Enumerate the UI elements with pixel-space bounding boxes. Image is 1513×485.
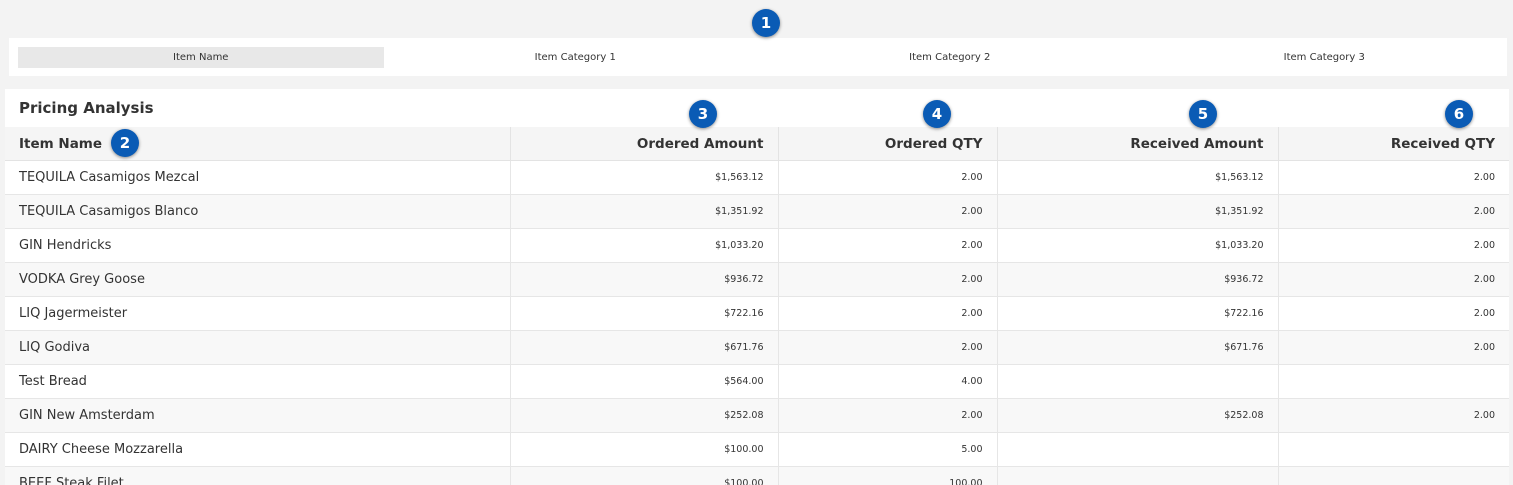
column-header-received-qty[interactable]: Received QTY (1278, 127, 1509, 161)
cell-received-qty: 2.00 (1278, 262, 1509, 297)
cell-ordered-qty: 2.00 (778, 398, 998, 433)
cell-item-name: TEQUILA Casamigos Blanco (5, 194, 511, 229)
column-header-received-amount[interactable]: Received Amount (997, 127, 1279, 161)
callout-marker-2: 2 (111, 129, 139, 157)
cell-item-name: Test Bread (5, 364, 511, 399)
cell-item-name: TEQUILA Casamigos Mezcal (5, 160, 511, 195)
cell-ordered-amount: $100.00 (510, 432, 779, 467)
cell-ordered-qty: 2.00 (778, 296, 998, 331)
cell-received-amount: $936.72 (997, 262, 1279, 297)
table-row[interactable]: GIN New Amsterdam $252.08 2.00 $252.08 2.00 (5, 398, 1509, 433)
cell-received-qty: 2.00 (1278, 398, 1509, 433)
cell-ordered-amount: $252.08 (510, 398, 779, 433)
cell-ordered-amount: $722.16 (510, 296, 779, 331)
table-row[interactable]: TEQUILA Casamigos Mezcal $1,563.12 2.00 $1,… (5, 160, 1509, 195)
callout-marker-4: 4 (923, 100, 951, 128)
cell-item-name: DAIRY Cheese Mozzarella (5, 432, 511, 467)
cell-ordered-qty: 2.00 (778, 262, 998, 297)
callout-marker-1: 1 (752, 9, 780, 37)
cell-ordered-qty: 5.00 (778, 432, 998, 467)
cell-ordered-qty: 4.00 (778, 364, 998, 399)
cell-received-amount: $722.16 (997, 296, 1279, 331)
cell-ordered-qty: 2.00 (778, 160, 998, 195)
cell-ordered-amount: $1,563.12 (510, 160, 779, 195)
cell-ordered-qty: 100.00 (778, 466, 998, 485)
cell-item-name: BEEF Steak Filet (5, 466, 511, 485)
cell-item-name: LIQ Jagermeister (5, 296, 511, 331)
cell-ordered-qty: 2.00 (778, 194, 998, 229)
cell-ordered-amount: $936.72 (510, 262, 779, 297)
panel-title: Pricing Analysis (19, 99, 154, 117)
cell-ordered-amount: $1,351.92 (510, 194, 779, 229)
cell-received-amount: $1,033.20 (997, 228, 1279, 263)
table-row[interactable]: LIQ Godiva $671.76 2.00 $671.76 2.00 (5, 330, 1509, 365)
cell-item-name: LIQ Godiva (5, 330, 511, 365)
column-header-item-name[interactable]: Item Name (5, 127, 511, 161)
column-header-ordered-qty[interactable]: Ordered QTY (778, 127, 998, 161)
table-row[interactable]: TEQUILA Casamigos Blanco $1,351.92 2.00 $1,… (5, 194, 1509, 229)
cell-ordered-qty: 2.00 (778, 228, 998, 263)
table-row[interactable]: DAIRY Cheese Mozzarella $100.00 5.00 (5, 432, 1509, 467)
cell-received-amount: $1,563.12 (997, 160, 1279, 195)
tab-item-category-3[interactable]: Item Category 3 (1142, 47, 1508, 68)
table-row[interactable]: LIQ Jagermeister $722.16 2.00 $722.16 2.00 (5, 296, 1509, 331)
table-row[interactable]: VODKA Grey Goose $936.72 2.00 $936.72 2.00 (5, 262, 1509, 297)
cell-item-name: VODKA Grey Goose (5, 262, 511, 297)
table-row[interactable]: GIN Hendricks $1,033.20 2.00 $1,033.20 2.00 (5, 228, 1509, 263)
callout-marker-6: 6 (1445, 100, 1473, 128)
cell-received-qty (1278, 466, 1509, 485)
pricing-analysis-panel: Pricing Analysis Item Name Ordered Amoun… (5, 89, 1509, 485)
table-row[interactable]: Test Bread $564.00 4.00 (5, 364, 1509, 399)
cell-received-amount (997, 466, 1279, 485)
table-row[interactable]: BEEF Steak Filet $100.00 100.00 (5, 466, 1509, 485)
cell-received-amount: $671.76 (997, 330, 1279, 365)
cell-received-qty (1278, 364, 1509, 399)
grouping-tabs: Item Name Item Category 1 Item Category … (9, 38, 1507, 76)
cell-ordered-amount: $564.00 (510, 364, 779, 399)
tab-item-category-2[interactable]: Item Category 2 (767, 47, 1133, 68)
cell-item-name: GIN Hendricks (5, 228, 511, 263)
cell-received-amount: $1,351.92 (997, 194, 1279, 229)
cell-received-amount (997, 364, 1279, 399)
cell-received-qty: 2.00 (1278, 296, 1509, 331)
table-header-row: Item Name Ordered Amount Ordered QTY Rec… (5, 127, 1509, 161)
cell-ordered-amount: $1,033.20 (510, 228, 779, 263)
cell-ordered-amount: $671.76 (510, 330, 779, 365)
callout-marker-5: 5 (1189, 100, 1217, 128)
cell-received-qty (1278, 432, 1509, 467)
cell-received-qty: 2.00 (1278, 228, 1509, 263)
pricing-table: Item Name Ordered Amount Ordered QTY Rec… (5, 127, 1509, 485)
tab-item-category-1[interactable]: Item Category 1 (393, 47, 759, 68)
cell-received-amount (997, 432, 1279, 467)
cell-ordered-amount: $100.00 (510, 466, 779, 485)
column-header-ordered-amount[interactable]: Ordered Amount (510, 127, 779, 161)
cell-received-qty: 2.00 (1278, 160, 1509, 195)
tab-item-name[interactable]: Item Name (18, 46, 384, 68)
callout-marker-3: 3 (689, 100, 717, 128)
cell-received-qty: 2.00 (1278, 194, 1509, 229)
cell-received-qty: 2.00 (1278, 330, 1509, 365)
cell-received-amount: $252.08 (997, 398, 1279, 433)
cell-ordered-qty: 2.00 (778, 330, 998, 365)
cell-item-name: GIN New Amsterdam (5, 398, 511, 433)
